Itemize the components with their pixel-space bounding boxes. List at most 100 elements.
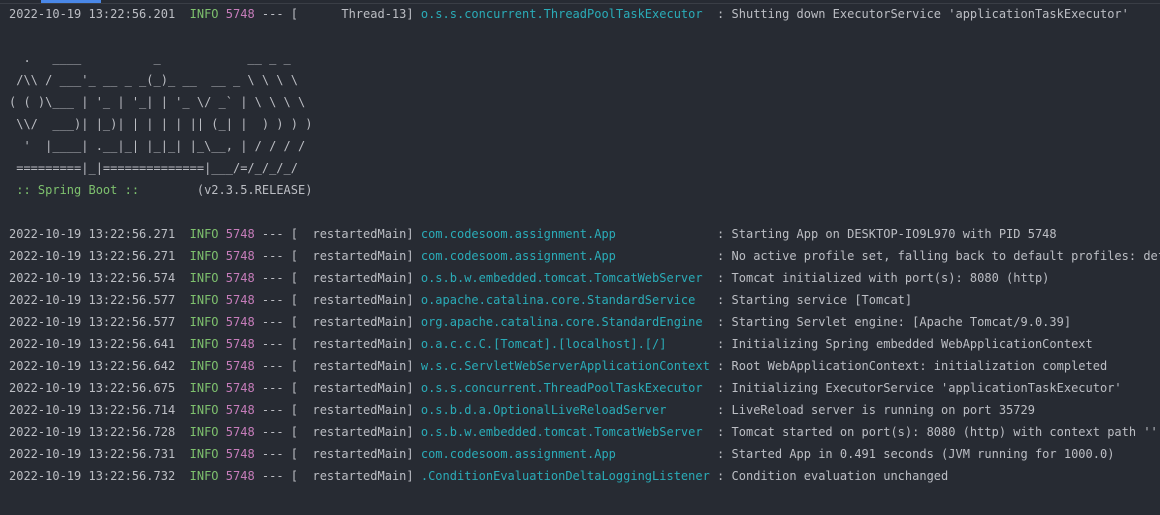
log-message: Starting Servlet engine: [Apache Tomcat/… <box>731 315 1072 329</box>
log-logger: o.s.s.concurrent.ThreadPoolTaskExecutor <box>420 381 703 395</box>
log-timestamp: 2022-10-19 13:22:56.271 <box>9 227 176 241</box>
log-thread: restartedMain <box>312 381 407 395</box>
log-pid: 5748 <box>225 469 255 483</box>
banner-row: \\/ ___)| |_)| | | | | || (_| | ) ) ) ) <box>9 117 313 131</box>
log-timestamp: 2022-10-19 13:22:56.641 <box>9 337 176 351</box>
log-thread: restartedMain <box>312 315 407 329</box>
log-thread: restartedMain <box>312 469 407 483</box>
log-thread: restartedMain <box>312 403 407 417</box>
log-thread: restartedMain <box>312 425 407 439</box>
banner-row: =========|_|==============|___/=/_/_/_/ <box>9 161 298 175</box>
log-line: 2022-10-19 13:22:56.271 INFO 5748 --- [r… <box>9 245 1160 267</box>
log-pid: 5748 <box>225 293 255 307</box>
log-logger: com.codesoom.assignment.App <box>420 249 616 263</box>
log-logger: o.s.s.concurrent.ThreadPoolTaskExecutor <box>420 7 703 21</box>
log-timestamp: 2022-10-19 13:22:56.731 <box>9 447 176 461</box>
log-logger: o.s.b.w.embedded.tomcat.TomcatWebServer <box>420 425 703 439</box>
log-message: Tomcat started on port(s): 8080 (http) w… <box>731 425 1158 439</box>
log-timestamp: 2022-10-19 13:22:56.271 <box>9 249 176 263</box>
log-thread: restartedMain <box>312 337 407 351</box>
log-level: INFO <box>189 227 219 241</box>
log-message: Root WebApplicationContext: initializati… <box>731 359 1108 373</box>
console-output[interactable]: 2022-10-19 13:22:56.201 INFO 5748 --- [T… <box>9 3 1160 487</box>
log-message: Started App in 0.491 seconds (JVM runnin… <box>731 447 1115 461</box>
log-line: 2022-10-19 13:22:56.732 INFO 5748 --- [r… <box>9 465 1160 487</box>
spring-boot-line: :: Spring Boot :: (v2.3.5.RELEASE) <box>9 179 1160 201</box>
log-message: No active profile set, falling back to d… <box>731 249 1160 263</box>
log-pid: 5748 <box>225 249 255 263</box>
log-thread: restartedMain <box>312 359 407 373</box>
log-level: INFO <box>189 293 219 307</box>
log-pid: 5748 <box>225 315 255 329</box>
log-message: Initializing ExecutorService 'applicatio… <box>731 381 1122 395</box>
log-line: 2022-10-19 13:22:56.731 INFO 5748 --- [r… <box>9 443 1160 465</box>
log-message: Condition evaluation unchanged <box>731 469 949 483</box>
log-line: 2022-10-19 13:22:56.577 INFO 5748 --- [r… <box>9 311 1160 333</box>
log-line: 2022-10-19 13:22:56.201 INFO 5748 --- [T… <box>9 3 1160 25</box>
log-line: 2022-10-19 13:22:56.728 INFO 5748 --- [r… <box>9 421 1160 443</box>
log-line: 2022-10-19 13:22:56.577 INFO 5748 --- [r… <box>9 289 1160 311</box>
log-logger: org.apache.catalina.core.StandardEngine <box>420 315 703 329</box>
log-timestamp: 2022-10-19 13:22:56.574 <box>9 271 176 285</box>
log-level: INFO <box>189 249 219 263</box>
log-thread: restartedMain <box>312 447 407 461</box>
banner-row: ( ( )\___ | '_ | '_| | '_ \/ _` | \ \ \ … <box>9 95 306 109</box>
log-logger: com.codesoom.assignment.App <box>420 447 616 461</box>
log-logger: .ConditionEvaluationDeltaLoggingListener <box>420 469 710 483</box>
banner-row: . ____ _ __ _ _ <box>9 51 291 65</box>
log-message: Starting service [Tomcat] <box>731 293 913 307</box>
log-logger: o.apache.catalina.core.StandardService <box>420 293 696 307</box>
log-logger: o.s.b.w.embedded.tomcat.TomcatWebServer <box>420 271 703 285</box>
log-timestamp: 2022-10-19 13:22:56.201 <box>9 7 176 21</box>
log-timestamp: 2022-10-19 13:22:56.675 <box>9 381 176 395</box>
log-logger: w.s.c.ServletWebServerApplicationContext <box>420 359 710 373</box>
log-pid: 5748 <box>225 337 255 351</box>
log-pid: 5748 <box>225 425 255 439</box>
log-level: INFO <box>189 469 219 483</box>
log-timestamp: 2022-10-19 13:22:56.728 <box>9 425 176 439</box>
log-pid: 5748 <box>225 271 255 285</box>
log-line: 2022-10-19 13:22:56.714 INFO 5748 --- [r… <box>9 399 1160 421</box>
log-line: 2022-10-19 13:22:56.641 INFO 5748 --- [r… <box>9 333 1160 355</box>
log-timestamp: 2022-10-19 13:22:56.714 <box>9 403 176 417</box>
log-timestamp: 2022-10-19 13:22:56.642 <box>9 359 176 373</box>
log-logger: o.a.c.c.C.[Tomcat].[localhost].[/] <box>420 337 667 351</box>
log-thread: restartedMain <box>312 271 407 285</box>
log-level: INFO <box>189 7 219 21</box>
log-thread: Thread-13 <box>341 7 407 21</box>
log-line: 2022-10-19 13:22:56.675 INFO 5748 --- [r… <box>9 377 1160 399</box>
log-list: 2022-10-19 13:22:56.271 INFO 5748 --- [r… <box>9 223 1160 487</box>
log-timestamp: 2022-10-19 13:22:56.577 <box>9 315 176 329</box>
log-pid: 5748 <box>225 227 255 241</box>
log-level: INFO <box>189 337 219 351</box>
log-logger: com.codesoom.assignment.App <box>420 227 616 241</box>
log-line: 2022-10-19 13:22:56.271 INFO 5748 --- [r… <box>9 223 1160 245</box>
log-message: Initializing Spring embedded WebApplicat… <box>731 337 1093 351</box>
log-logger: o.s.b.d.a.OptionalLiveReloadServer <box>420 403 667 417</box>
log-thread: restartedMain <box>312 249 407 263</box>
log-message: Tomcat initialized with port(s): 8080 (h… <box>731 271 1050 285</box>
log-message: Shutting down ExecutorService 'applicati… <box>731 7 1129 21</box>
log-message: LiveReload server is running on port 357… <box>731 403 1035 417</box>
log-line: 2022-10-19 13:22:56.574 INFO 5748 --- [r… <box>9 267 1160 289</box>
log-timestamp: 2022-10-19 13:22:56.732 <box>9 469 176 483</box>
log-level: INFO <box>189 315 219 329</box>
spring-boot-label: :: Spring Boot :: <box>9 183 147 197</box>
spring-boot-version: (v2.3.5.RELEASE) <box>146 183 313 197</box>
log-timestamp: 2022-10-19 13:22:56.577 <box>9 293 176 307</box>
log-level: INFO <box>189 425 219 439</box>
log-level: INFO <box>189 381 219 395</box>
banner-row: /\\ / ___'_ __ _ _(_)_ __ __ _ \ \ \ \ <box>9 73 298 87</box>
log-thread: restartedMain <box>312 293 407 307</box>
log-pid: 5748 <box>225 403 255 417</box>
log-level: INFO <box>189 403 219 417</box>
log-level: INFO <box>189 359 219 373</box>
log-pid: 5748 <box>225 359 255 373</box>
log-pid: 5748 <box>225 381 255 395</box>
log-thread: restartedMain <box>312 227 407 241</box>
banner-row: ' |____| .__|_| |_|_| |_\__, | / / / / <box>9 139 306 153</box>
log-pid: 5748 <box>225 447 255 461</box>
log-line: 2022-10-19 13:22:56.642 INFO 5748 --- [r… <box>9 355 1160 377</box>
